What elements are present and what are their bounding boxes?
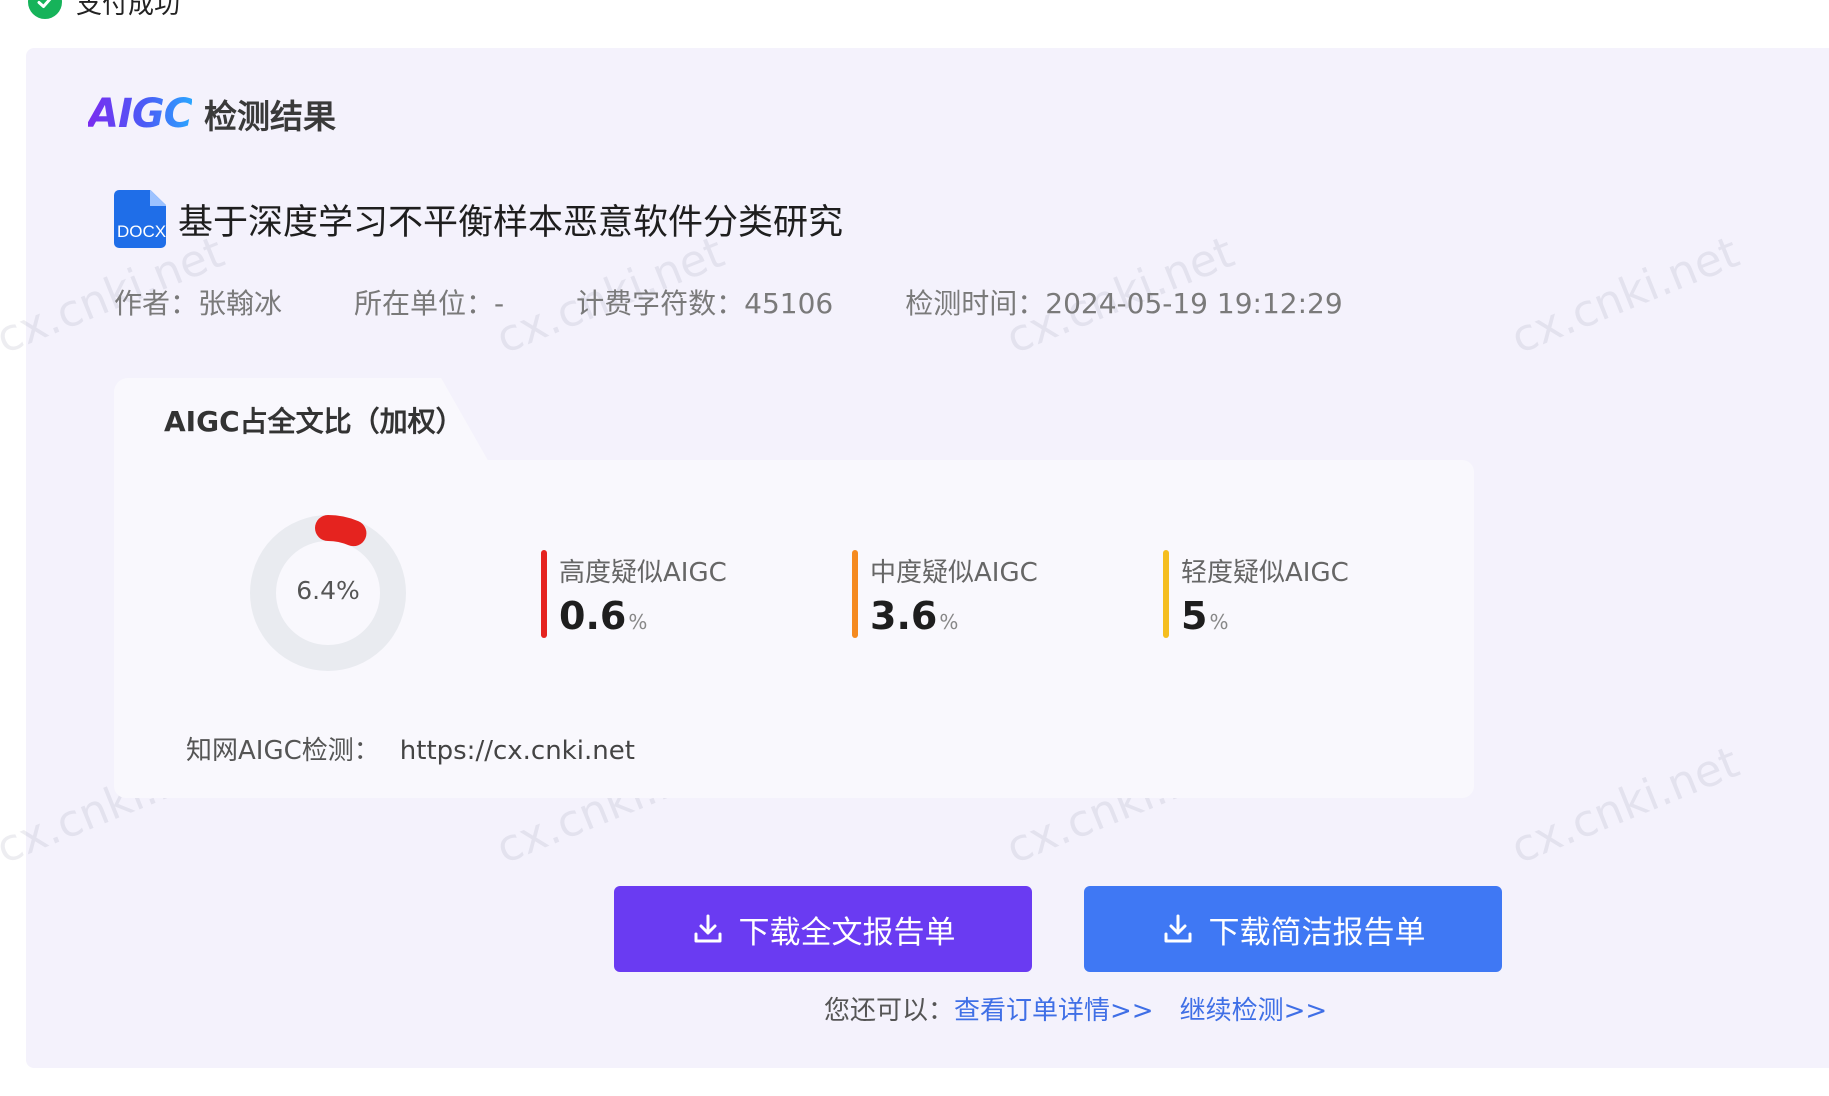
result-header: AIGC 检测结果 [88, 90, 336, 138]
metric-medium-unit: % [939, 610, 959, 634]
metric-high-value: 0.6 [559, 594, 627, 638]
metric-medium-bar [852, 550, 858, 638]
download-full-report-button[interactable]: 下载全文报告单 [614, 886, 1032, 972]
more-actions: 您还可以：查看订单详情>> 继续检测>> [824, 990, 1327, 1027]
metric-low-unit: % [1209, 610, 1229, 634]
metric-medium-value: 3.6 [870, 594, 938, 638]
metric-low-value: 5 [1181, 594, 1208, 638]
metric-low-bar [1163, 550, 1169, 638]
document-meta: 作者：张翰冰 所在单位：- 计费字符数：45106 检测时间：2024-05-1… [114, 282, 1343, 322]
meta-author: 作者：张翰冰 [114, 287, 283, 320]
docx-file-icon: DOCX [114, 190, 166, 248]
download-icon [1164, 914, 1191, 943]
donut-percent-label: 6.4% [296, 576, 360, 605]
meta-char-count: 计费字符数：45106 [576, 287, 834, 320]
meta-unit: 所在单位：- [354, 287, 505, 320]
aigc-logo: AIGC [88, 91, 193, 137]
metric-high-unit: % [628, 610, 648, 634]
document-title: 基于深度学习不平衡样本恶意软件分类研究 [178, 202, 844, 243]
metric-low-label: 轻度疑似AIGC [1181, 558, 1349, 588]
source-label: 知网AIGC检测： [186, 736, 380, 766]
continue-check-link[interactable]: 继续检测>> [1180, 990, 1328, 1027]
download-icon [694, 914, 721, 943]
page-title: 检测结果 [204, 97, 337, 136]
download-full-report-label: 下载全文报告单 [738, 914, 956, 951]
order-details-link[interactable]: 查看订单详情>> [954, 996, 1154, 1026]
meta-check-time: 检测时间：2024-05-19 19:12:29 [905, 287, 1343, 320]
source-row: 知网AIGC检测： https://cx.cnki.net [186, 730, 635, 767]
metric-medium-label: 中度疑似AIGC [870, 558, 1038, 588]
source-url: https://cx.cnki.net [399, 736, 635, 766]
metric-high-label: 高度疑似AIGC [559, 558, 727, 588]
payment-status-text: 支付成功 [76, 0, 181, 20]
more-actions-prefix: 您还可以：查看订单详情>> [824, 996, 1154, 1026]
download-brief-report-button[interactable]: 下载简洁报告单 [1084, 886, 1502, 972]
document-row: DOCX 基于深度学习不平衡样本恶意软件分类研究 [114, 190, 843, 248]
download-brief-report-label: 下载简洁报告单 [1208, 914, 1426, 951]
metric-high-bar [541, 550, 547, 638]
payment-status: 支付成功 [28, 0, 180, 20]
check-circle-icon [28, 0, 62, 19]
result-tab-label: AIGC占全文比（加权） [164, 405, 464, 438]
